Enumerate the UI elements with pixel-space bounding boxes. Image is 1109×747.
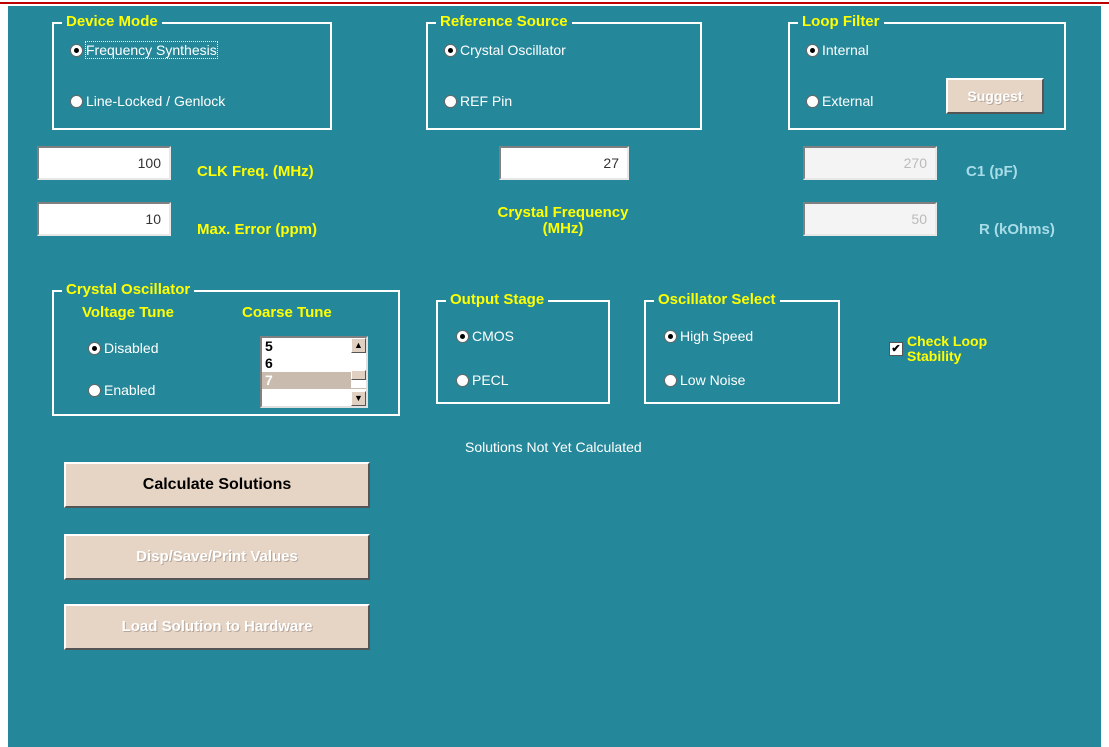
radio-dot-icon	[806, 94, 819, 108]
loop-filter-title: Loop Filter	[798, 13, 884, 31]
c1-label: C1 (pF)	[966, 163, 1018, 180]
crystal-frequency-label-line2: (MHz)	[542, 220, 584, 237]
crystal-oscillator-group: Crystal Oscillator Voltage Tune Coarse T…	[52, 281, 400, 416]
radio-dot-icon	[444, 94, 457, 108]
crystal-frequency-input[interactable]: 27	[499, 146, 629, 180]
check-loop-label-line2: Stability	[907, 348, 962, 364]
suggest-button[interactable]: Suggest	[946, 78, 1044, 114]
radio-label: CMOS	[472, 328, 514, 344]
reference-source-title: Reference Source	[436, 13, 572, 31]
crystal-frequency-label-line1: Crystal Frequency	[497, 204, 629, 221]
check-loop-stability[interactable]: ✔ Check Loop Stability	[889, 334, 987, 364]
oscillator-select-title: Oscillator Select	[654, 291, 780, 309]
radio-dot-icon	[806, 43, 819, 57]
radio-label: REF Pin	[460, 93, 513, 109]
radio-dot-icon	[456, 329, 469, 343]
radio-ref-pin[interactable]: REF Pin	[444, 93, 512, 109]
calculate-solutions-label: Calculate Solutions	[142, 476, 292, 493]
max-error-input[interactable]: 10	[37, 202, 171, 236]
coarse-tune-title: Coarse Tune	[242, 304, 332, 321]
scroll-thumb[interactable]	[351, 370, 366, 380]
radio-label: Crystal Oscillator	[460, 42, 566, 58]
radio-dot-icon	[456, 373, 469, 387]
radio-dot-icon	[70, 94, 83, 108]
radio-label: Line-Locked / Genlock	[86, 93, 226, 109]
scroll-down-icon[interactable]: ▼	[351, 391, 366, 406]
check-loop-label-line1: Check Loop	[907, 333, 988, 349]
loop-filter-group: Loop Filter Internal External Suggest	[788, 13, 1066, 130]
radio-internal[interactable]: Internal	[806, 42, 869, 58]
r-input[interactable]: 50	[803, 202, 937, 236]
calculate-solutions-button[interactable]: Calculate Solutions	[64, 462, 370, 508]
radio-label: High Speed	[680, 328, 754, 344]
radio-dot-icon	[88, 383, 101, 397]
coarse-tune-listbox[interactable]: 5 6 7 ▲ ▼	[260, 336, 368, 408]
radio-dot-icon	[664, 373, 677, 387]
radio-label: Disabled	[104, 340, 159, 356]
radio-cmos[interactable]: CMOS	[456, 328, 514, 344]
device-mode-group: Device Mode Frequency Synthesis Line-Loc…	[52, 13, 332, 130]
radio-dot-icon	[444, 43, 457, 57]
r-label: R (kOhms)	[979, 221, 1055, 238]
checkbox-check-icon[interactable]: ✔	[889, 342, 903, 356]
radio-label: Low Noise	[680, 372, 746, 388]
voltage-tune-title: Voltage Tune	[82, 304, 174, 321]
radio-dot-icon	[664, 329, 677, 343]
max-error-label: Max. Error (ppm)	[197, 221, 318, 238]
crystal-frequency-label: Crystal Frequency (MHz)	[470, 205, 656, 237]
output-stage-group: Output Stage CMOS PECL	[436, 291, 610, 404]
c1-input[interactable]: 270	[803, 146, 937, 180]
top-red-rule	[0, 2, 1109, 4]
radio-voltage-disabled[interactable]: Disabled	[88, 340, 158, 356]
radio-low-noise[interactable]: Low Noise	[664, 372, 745, 388]
scroll-up-icon[interactable]: ▲	[351, 338, 366, 353]
load-solution-button[interactable]: Load Solution to Hardware	[64, 604, 370, 650]
radio-voltage-enabled[interactable]: Enabled	[88, 382, 155, 398]
reference-source-group: Reference Source Crystal Oscillator REF …	[426, 13, 702, 130]
radio-dot-icon	[70, 43, 83, 57]
radio-label: Enabled	[104, 382, 156, 398]
check-loop-label: Check Loop Stability	[907, 334, 987, 364]
radio-pecl[interactable]: PECL	[456, 372, 509, 388]
disp-save-print-button[interactable]: Disp/Save/Print Values	[64, 534, 370, 580]
crystal-oscillator-title: Crystal Oscillator	[62, 281, 195, 299]
radio-label: PECL	[472, 372, 509, 388]
radio-line-locked[interactable]: Line-Locked / Genlock	[70, 93, 225, 109]
clk-freq-label: CLK Freq. (MHz)	[197, 163, 314, 180]
oscillator-select-group: Oscillator Select High Speed Low Noise	[644, 291, 840, 404]
radio-label: External	[822, 93, 874, 109]
status-text: Solutions Not Yet Calculated	[465, 439, 642, 455]
radio-external[interactable]: External	[806, 93, 873, 109]
device-mode-title: Device Mode	[62, 13, 162, 31]
clk-freq-input[interactable]: 100	[37, 146, 171, 180]
radio-dot-icon	[88, 341, 101, 355]
main-panel: Device Mode Frequency Synthesis Line-Loc…	[8, 6, 1101, 747]
radio-frequency-synthesis[interactable]: Frequency Synthesis	[70, 41, 218, 59]
radio-label: Internal	[822, 42, 869, 58]
radio-crystal-oscillator[interactable]: Crystal Oscillator	[444, 42, 566, 58]
radio-high-speed[interactable]: High Speed	[664, 328, 753, 344]
radio-label: Frequency Synthesis	[85, 41, 218, 59]
output-stage-title: Output Stage	[446, 291, 549, 309]
